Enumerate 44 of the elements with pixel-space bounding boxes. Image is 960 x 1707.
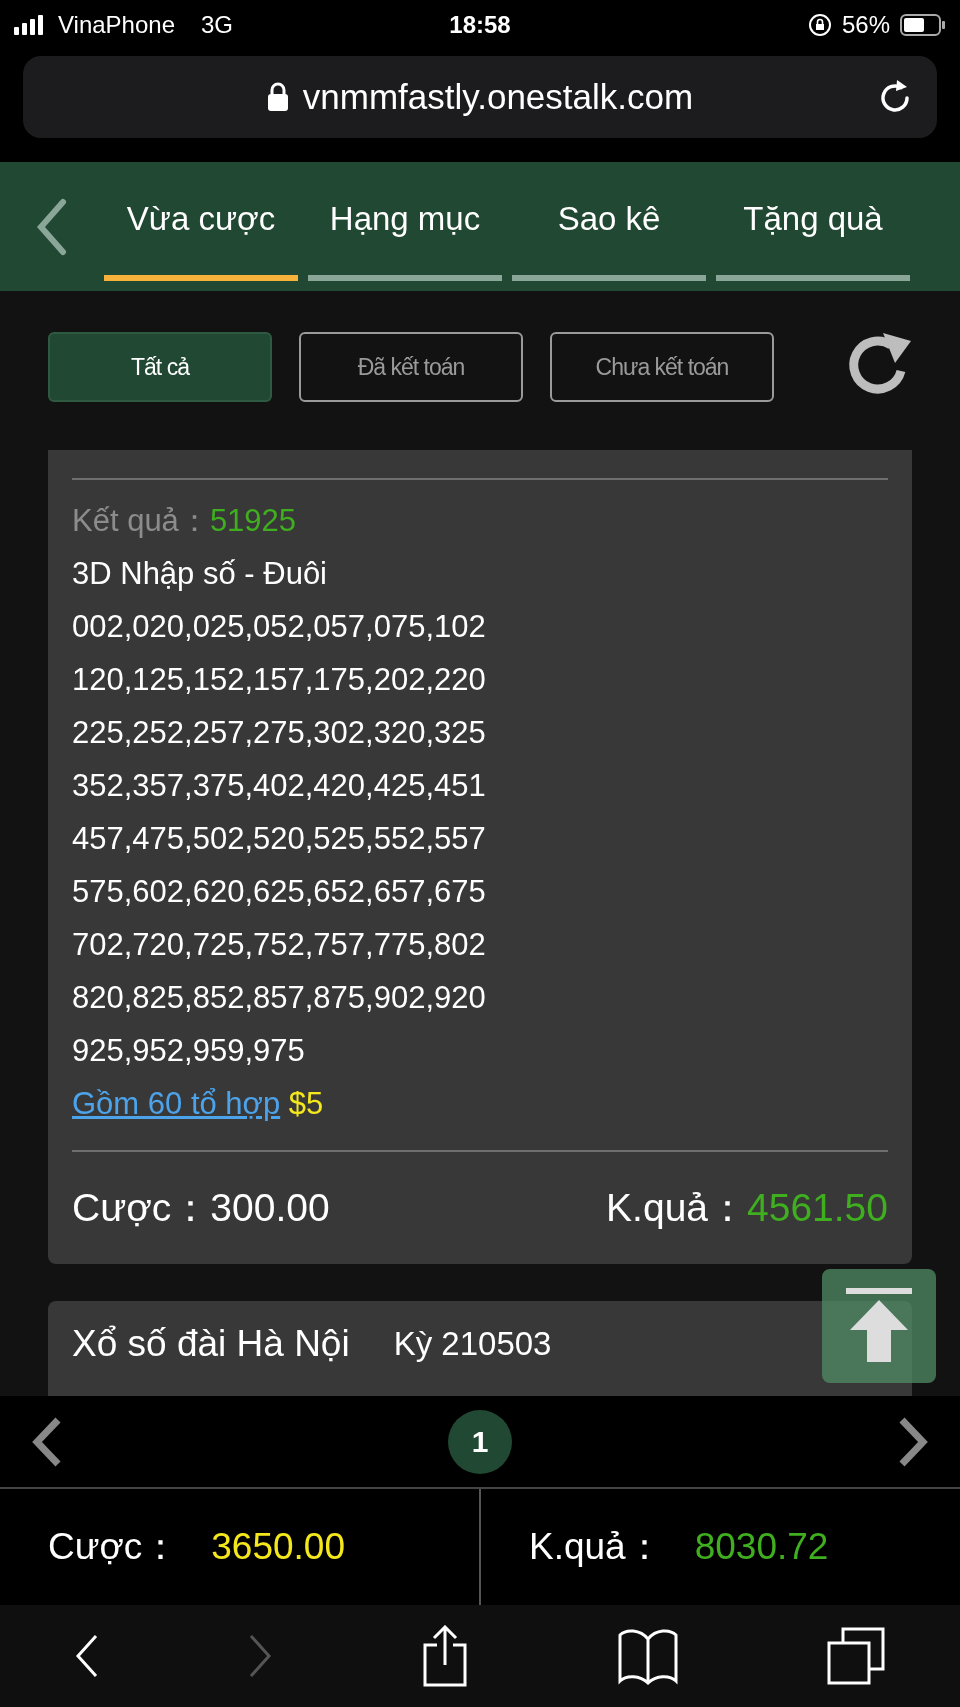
number-list-line: 457,475,502,520,525,552,557 <box>72 820 487 858</box>
filter-button[interactable]: Chưa kết toán <box>550 332 774 402</box>
number-list-line: 352,357,375,402,420,425,451 <box>72 767 487 805</box>
nav-tab[interactable]: Sao kê <box>512 162 706 281</box>
payout-amount: K.quả：4561.50 <box>606 1185 888 1231</box>
carrier-name: VinaPhone <box>58 11 175 39</box>
back-to-top-button[interactable] <box>822 1269 936 1383</box>
back-chevron-icon[interactable] <box>35 197 69 256</box>
number-list-line: 225,252,257,275,302,320,325 <box>72 714 487 752</box>
nav-tab[interactable]: Tặng quà <box>716 162 910 281</box>
lock-icon <box>266 82 289 112</box>
lottery-name: Xổ số đài Hà Nội <box>72 1323 350 1365</box>
back-icon[interactable] <box>74 1634 99 1678</box>
filter-button[interactable]: Tất cả <box>48 332 272 402</box>
nav-tab[interactable]: Hạng mục <box>308 162 502 281</box>
number-list-line: 120,125,152,157,175,202,220 <box>72 661 487 699</box>
orientation-lock-icon <box>807 13 832 37</box>
draw-period: Kỳ 210503 <box>393 1325 552 1363</box>
page-number[interactable]: 1 <box>448 1409 512 1474</box>
number-list-line: 925,952,959,975 <box>72 1032 306 1070</box>
address-bar[interactable]: vnmmfastly.onestalk.com <box>23 56 937 138</box>
share-icon[interactable] <box>422 1625 468 1687</box>
network-type: 3G <box>201 11 233 39</box>
combination-link[interactable]: Gồm 60 tổ hợp <box>72 1086 281 1121</box>
nav-tab[interactable]: Vừa cược <box>104 162 298 281</box>
number-list-line: 575,602,620,625,652,657,675 <box>72 873 487 911</box>
tabs-icon[interactable] <box>827 1627 886 1685</box>
number-list-line: 002,020,025,052,057,075,102 <box>72 608 487 646</box>
number-list-line: 702,720,725,752,757,775,802 <box>72 926 487 964</box>
battery-percent: 56% <box>841 11 890 39</box>
total-stake-label: Cược： <box>48 1525 180 1569</box>
filter-button[interactable]: Đã kết toán <box>299 332 523 402</box>
result-line: Kết quả：51925 <box>72 502 298 540</box>
number-list-line: 820,825,852,857,875,902,920 <box>72 979 487 1017</box>
unit-amount: $5 <box>288 1086 324 1121</box>
stake-amount: Cược：300.00 <box>72 1185 330 1231</box>
battery-icon <box>900 14 946 36</box>
total-payout: 8030.72 <box>694 1526 829 1568</box>
clock: 18:58 <box>449 11 511 39</box>
book-icon[interactable] <box>617 1627 678 1685</box>
url-text: vnmmfastly.onestalk.com <box>302 77 694 117</box>
total-stake: 3650.00 <box>211 1526 345 1568</box>
bet-type: 3D Nhập số - Đuôi <box>72 555 328 593</box>
total-payout-label: K.quả： <box>529 1525 663 1569</box>
